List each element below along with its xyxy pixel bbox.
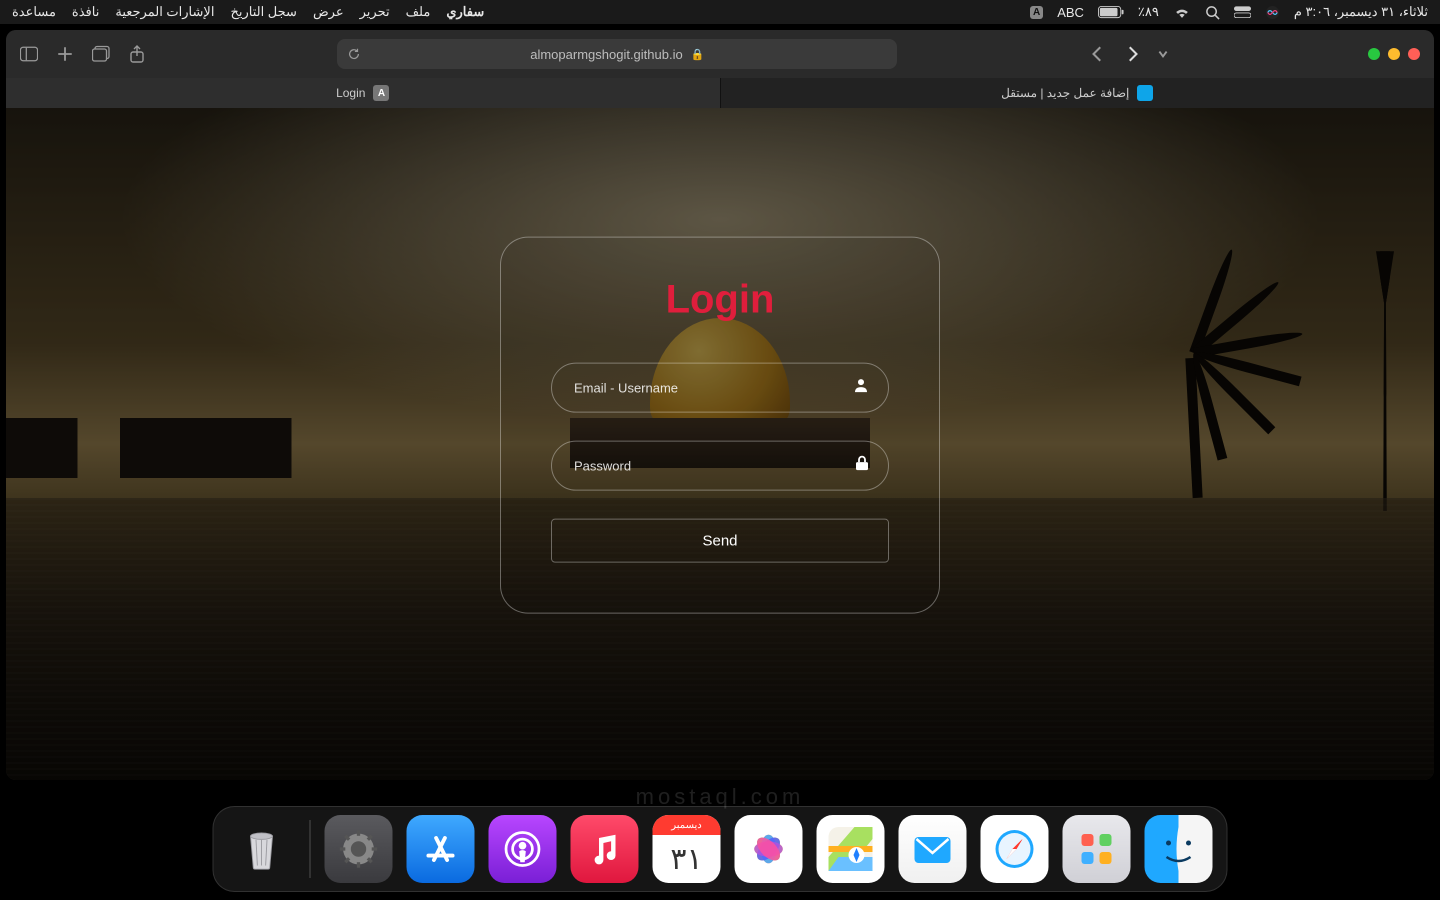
- safari-window: almoparmgshogit.github.io 🔒 Login A: [6, 30, 1434, 780]
- reload-icon[interactable]: [347, 47, 361, 61]
- dock-music[interactable]: [571, 815, 639, 883]
- macos-menubar: سفاري ملف تحرير عرض سجل التاريخ الإشارات…: [0, 0, 1440, 24]
- menu-view[interactable]: عرض: [313, 4, 344, 20]
- dock-mail[interactable]: [899, 815, 967, 883]
- dock-safari[interactable]: [981, 815, 1049, 883]
- dock-launchpad[interactable]: [1063, 815, 1131, 883]
- forward-icon[interactable]: [1123, 45, 1141, 63]
- maximize-button[interactable]: [1368, 48, 1380, 60]
- back-icon[interactable]: [1089, 45, 1107, 63]
- dock-photos[interactable]: [735, 815, 803, 883]
- battery-percent: ٪٨٩: [1138, 4, 1159, 20]
- menu-help[interactable]: مساعدة: [12, 4, 56, 20]
- control-center-icon[interactable]: [1234, 6, 1251, 18]
- dock: ديسمبر ٣١: [213, 806, 1228, 892]
- favicon-icon: [1137, 85, 1153, 101]
- dock-system-settings[interactable]: [325, 815, 393, 883]
- tab-mostaql[interactable]: إضافة عمل جديد | مستقل: [721, 78, 1435, 108]
- email-field-wrapper: [551, 363, 889, 413]
- close-button[interactable]: [1408, 48, 1420, 60]
- address-bar[interactable]: almoparmgshogit.github.io 🔒: [337, 39, 897, 69]
- tab-label: Login: [336, 86, 365, 100]
- new-tab-icon[interactable]: [56, 45, 74, 63]
- address-url: almoparmgshogit.github.io: [530, 47, 682, 62]
- login-card: Login Send: [500, 237, 940, 614]
- dock-separator: [310, 820, 311, 878]
- tab-login[interactable]: Login A: [6, 78, 721, 108]
- menubar-datetime[interactable]: ثلاثاء، ٣١ ديسمبر، ٣:٠٦ م: [1294, 4, 1428, 20]
- calendar-month: ديسمبر: [653, 815, 721, 835]
- favicon-icon: A: [373, 85, 389, 101]
- spotlight-icon[interactable]: [1205, 5, 1220, 20]
- dock-finder[interactable]: [1145, 815, 1213, 883]
- user-icon: [853, 377, 869, 398]
- downloads-icon[interactable]: [1157, 45, 1169, 63]
- dock-calendar[interactable]: ديسمبر ٣١: [653, 815, 721, 883]
- lock-icon: 🔒: [691, 48, 705, 61]
- dock-app-store[interactable]: [407, 815, 475, 883]
- lock-icon: [855, 455, 869, 476]
- menu-bookmarks[interactable]: الإشارات المرجعية: [115, 4, 214, 20]
- page-content: Login Send: [6, 108, 1434, 780]
- menu-history[interactable]: سجل التاريخ: [230, 4, 297, 20]
- menu-window[interactable]: نافذة: [72, 4, 99, 20]
- tab-overview-icon[interactable]: [92, 45, 110, 63]
- password-field-wrapper: [551, 441, 889, 491]
- calendar-day: ٣١: [670, 835, 702, 883]
- input-source-label[interactable]: ABC: [1057, 5, 1084, 20]
- battery-icon[interactable]: [1098, 6, 1124, 19]
- tab-label: إضافة عمل جديد | مستقل: [1001, 86, 1129, 100]
- menu-file[interactable]: ملف: [406, 4, 431, 20]
- app-name[interactable]: سفاري: [446, 4, 484, 20]
- wifi-icon[interactable]: [1173, 6, 1191, 19]
- dock-podcasts[interactable]: [489, 815, 557, 883]
- siri-icon[interactable]: [1265, 5, 1280, 20]
- menu-edit[interactable]: تحرير: [360, 4, 390, 20]
- tab-bar: Login A إضافة عمل جديد | مستقل: [6, 78, 1434, 108]
- share-icon[interactable]: [128, 45, 146, 63]
- dock-trash[interactable]: [228, 815, 296, 883]
- password-field[interactable]: [551, 441, 889, 491]
- dock-maps[interactable]: [817, 815, 885, 883]
- email-field[interactable]: [551, 363, 889, 413]
- send-button[interactable]: Send: [551, 519, 889, 563]
- window-controls: [1368, 48, 1420, 60]
- login-title: Login: [551, 278, 889, 323]
- input-source-icon[interactable]: A: [1030, 6, 1043, 19]
- minimize-button[interactable]: [1388, 48, 1400, 60]
- safari-toolbar: almoparmgshogit.github.io 🔒: [6, 30, 1434, 78]
- sidebar-toggle-icon[interactable]: [20, 45, 38, 63]
